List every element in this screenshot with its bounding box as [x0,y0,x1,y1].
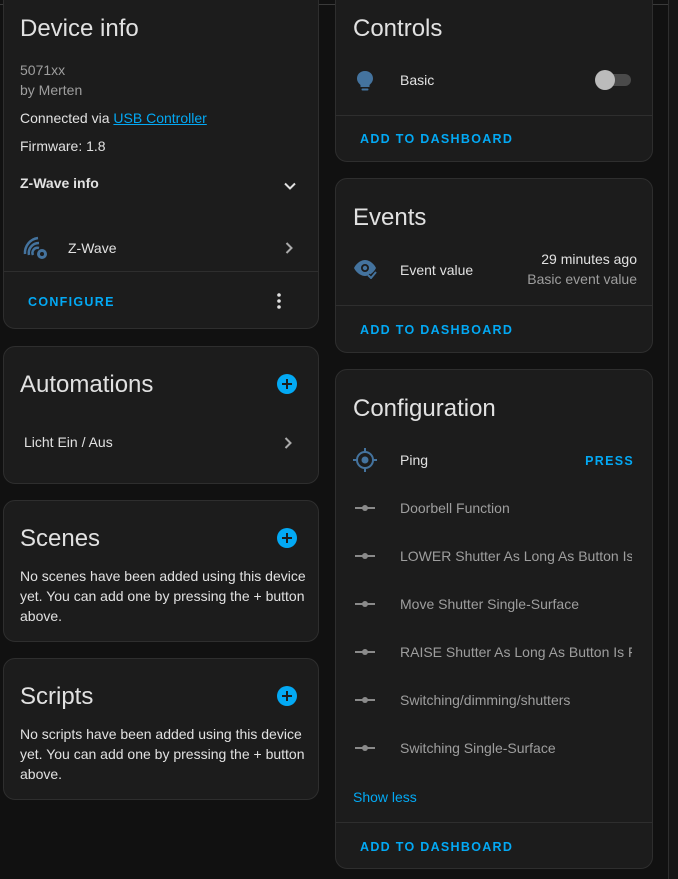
scenes-title: Scenes [20,525,101,552]
chevron-right-icon [285,242,293,254]
crosshairs-icon [353,448,377,472]
automation-item-label: Licht Ein / Aus [24,434,113,450]
firmware-version: Firmware: 1.8 [20,138,106,154]
lightbulb-icon [357,71,373,91]
add-scene-button[interactable] [277,528,297,548]
configure-button[interactable]: CONFIGURE [28,295,115,309]
config-item-row[interactable]: Switching Single-Surface [336,734,652,762]
connected-via-prefix: Connected via [20,110,110,126]
event-value: Basic event value [527,271,637,287]
configuration-title: Configuration [353,395,496,422]
slider-icon [355,505,375,511]
events-add-to-dashboard[interactable]: ADD TO DASHBOARD [360,323,513,337]
scenes-empty-text: No scenes have been added using this dev… [20,568,306,624]
device-info-title: Device info [20,15,139,42]
scripts-empty-text: No scripts have been added using this de… [20,726,305,782]
automations-card: Automations Licht Ein / Aus [3,346,319,484]
events-card: Events Event value 29 minutes ago Basic … [335,178,653,353]
slider-icon [355,601,375,607]
events-title: Events [353,204,427,231]
controls-card: Controls Basic ADD TO DASHBOARD [335,0,653,162]
event-value-row[interactable]: Event value 29 minutes ago Basic event v… [336,247,652,291]
ping-label: Ping [400,452,429,468]
more-vert-icon[interactable] [269,291,289,311]
ping-press-button[interactable]: PRESS [585,454,634,468]
config-item-label: Doorbell Function [400,500,510,516]
integration-zwave-row[interactable]: Z-Wave [4,229,318,269]
config-item-row[interactable]: LOWER Shutter As Long As Button Is [336,542,652,570]
basic-toggle[interactable] [595,70,633,90]
config-item-label: LOWER Shutter As Long As Button Is [400,548,632,564]
config-item-row[interactable]: Switching/dimming/shutters [336,686,652,714]
add-script-button[interactable] [277,686,297,706]
controls-title: Controls [353,15,443,42]
config-item-label: RAISE Shutter As Long As Button Is F [400,644,632,660]
device-info-divider [4,271,318,272]
scenes-card: Scenes No scenes have been added using t… [3,500,319,642]
scripts-title: Scripts [20,683,94,710]
add-automation-button[interactable] [277,374,297,394]
automations-title: Automations [20,371,154,398]
zwave-info-expander[interactable]: Z-Wave info [4,167,318,203]
config-item-label: Move Shutter Single-Surface [400,596,579,612]
slider-icon [355,553,375,559]
configuration-card: Configuration Ping PRESS Doorbell Functi… [335,369,653,869]
device-info-card: Device info 5071xx by Merten Connected v… [3,0,319,329]
device-manufacturer: by Merten [20,82,83,98]
config-item-row[interactable]: Doorbell Function [336,494,652,522]
configuration-add-to-dashboard[interactable]: ADD TO DASHBOARD [360,840,513,854]
ping-row: Ping PRESS [336,446,652,474]
chevron-down-icon [284,182,296,190]
config-item-label: Switching/dimming/shutters [400,692,571,708]
scripts-card: Scripts No scripts have been added using… [3,658,319,800]
configuration-divider [336,822,652,823]
zwave-info-label: Z-Wave info [20,175,99,191]
events-divider [336,305,652,306]
slider-icon [355,649,375,655]
basic-entity-row[interactable]: Basic [336,65,652,97]
basic-entity-label: Basic [400,72,435,88]
toggle-thumb [595,70,615,90]
controls-divider [336,115,652,116]
right-column-edge [668,0,678,879]
automation-item[interactable]: Licht Ein / Aus [4,429,318,457]
event-time: 29 minutes ago [541,251,637,267]
zwave-icon [23,236,47,259]
config-item-row[interactable]: RAISE Shutter As Long As Button Is F [336,638,652,666]
chevron-right-icon [284,437,292,449]
usb-controller-link[interactable]: USB Controller [113,110,206,126]
slider-icon [355,697,375,703]
device-model: 5071xx [20,62,66,78]
slider-icon [355,745,375,751]
config-item-label: Switching Single-Surface [400,740,556,756]
eye-check-icon [354,260,377,279]
controls-add-to-dashboard[interactable]: ADD TO DASHBOARD [360,132,513,146]
integration-label: Z-Wave [68,240,117,256]
config-item-row[interactable]: Move Shutter Single-Surface [336,590,652,618]
event-value-label: Event value [400,262,474,278]
show-less-link[interactable]: Show less [353,789,417,805]
connected-via: Connected via USB Controller [20,110,207,126]
